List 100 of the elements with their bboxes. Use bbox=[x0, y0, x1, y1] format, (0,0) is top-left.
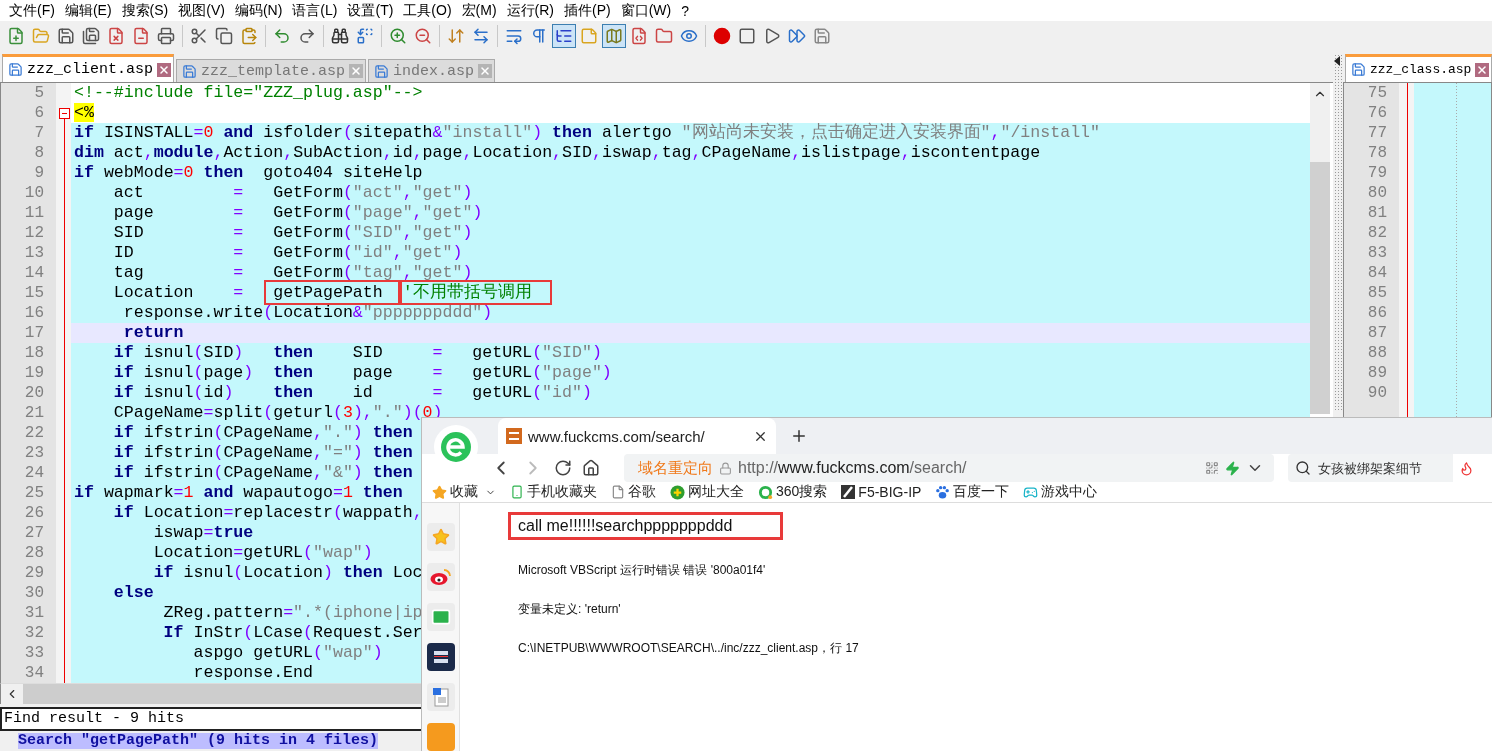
menu-item[interactable]: 语言(L) bbox=[287, 1, 343, 20]
menu-item[interactable]: 运行(R) bbox=[501, 1, 559, 20]
bookmark-link[interactable]: 谷歌 bbox=[611, 483, 656, 501]
line-number: 13 bbox=[1, 243, 56, 263]
line-number: 10 bbox=[1, 183, 56, 203]
menu-item[interactable]: 设置(T) bbox=[342, 1, 399, 20]
document-icon bbox=[431, 687, 450, 707]
line-number: 18 bbox=[1, 343, 56, 363]
bookmark-link[interactable]: 收藏 bbox=[432, 483, 496, 501]
line-number: 19 bbox=[1, 363, 56, 383]
mail-button[interactable] bbox=[426, 603, 455, 631]
menu-item[interactable]: 搜索(S) bbox=[116, 1, 174, 20]
lightning-icon[interactable] bbox=[1225, 460, 1240, 476]
menu-item[interactable]: 文件(F) bbox=[4, 1, 60, 20]
close-icon bbox=[158, 63, 171, 76]
reload-button[interactable] bbox=[554, 459, 572, 477]
file-tab[interactable]: zzz_client.asp bbox=[2, 54, 175, 82]
note-icon bbox=[580, 26, 598, 45]
new-file-icon bbox=[7, 26, 25, 45]
scissors-icon bbox=[190, 26, 208, 45]
line-number: 30 bbox=[1, 583, 56, 603]
bookmark-link[interactable]: 网址大全 bbox=[670, 483, 744, 501]
bookmark-link[interactable]: F5-BIG-IP bbox=[841, 484, 922, 500]
bookmark-link[interactable]: 游戏中心 bbox=[1023, 483, 1098, 501]
site-icon bbox=[506, 428, 522, 444]
undo-icon bbox=[273, 26, 291, 45]
binoculars-icon bbox=[331, 26, 349, 45]
document-button[interactable] bbox=[426, 683, 455, 711]
stop-icon bbox=[738, 26, 756, 45]
close-icon bbox=[479, 65, 492, 77]
line-number: 28 bbox=[1, 543, 56, 563]
save-icon bbox=[374, 63, 390, 79]
save-icon bbox=[813, 26, 831, 45]
menu-item[interactable]: 宏(M) bbox=[456, 1, 502, 20]
menu-item[interactable]: 插件(P) bbox=[559, 1, 616, 20]
line-number: 21 bbox=[1, 403, 56, 423]
menu-item[interactable]: ? bbox=[676, 2, 695, 19]
line-number: 5 bbox=[1, 83, 56, 103]
line-number: 15 bbox=[1, 283, 56, 303]
weibo-icon bbox=[429, 568, 452, 586]
folder-icon bbox=[655, 26, 673, 45]
fold-toggle-icon[interactable] bbox=[59, 107, 70, 119]
home-icon bbox=[582, 459, 600, 477]
reload-icon bbox=[554, 459, 572, 477]
close-button[interactable] bbox=[157, 62, 172, 77]
file-minus-icon bbox=[132, 26, 150, 45]
gamepad-icon bbox=[1023, 484, 1039, 500]
menu-item[interactable]: 编码(N) bbox=[229, 1, 288, 20]
weibo-button[interactable] bbox=[426, 563, 455, 591]
line-number: 17 bbox=[1, 323, 56, 343]
line-number: 22 bbox=[1, 423, 56, 443]
line-number: 32 bbox=[1, 623, 56, 643]
horizontal-sync-icon bbox=[472, 26, 490, 45]
search-field[interactable]: 女孩被绑架案细节 bbox=[1288, 454, 1453, 482]
zoom-out-icon bbox=[414, 26, 432, 45]
record-icon bbox=[713, 26, 731, 45]
line-number: 9 bbox=[1, 163, 56, 183]
plus-circle-icon bbox=[670, 484, 685, 500]
address-bar[interactable]: 域名重定向 http://www.fuckcms.com/search/ bbox=[624, 454, 1274, 482]
bookmark-link[interactable]: 百度一下 bbox=[935, 483, 1010, 501]
browser-tab[interactable]: www.fuckcms.com/search/ bbox=[498, 418, 776, 454]
replace-icon bbox=[356, 26, 374, 45]
app-icon bbox=[431, 648, 450, 666]
menu-item[interactable]: 编辑(E) bbox=[59, 1, 117, 20]
error-message: Microsoft VBScript 运行时错误 错误 '800a01f4' bbox=[518, 562, 766, 579]
save-icon bbox=[182, 63, 198, 79]
slash-icon bbox=[841, 485, 856, 499]
close-button[interactable] bbox=[1475, 62, 1490, 77]
save-icon bbox=[1351, 62, 1366, 77]
mail-icon bbox=[430, 607, 451, 627]
error-message: C:\INETPUB\WWWROOT\SEARCH\../inc/zzz_client.asp，行 17 bbox=[518, 640, 859, 657]
bookmark-link[interactable]: 手机收藏夹 bbox=[510, 483, 597, 501]
search-icon bbox=[1295, 460, 1311, 476]
qr-code-icon[interactable] bbox=[1205, 461, 1219, 475]
horizontal-scrollbar[interactable] bbox=[0, 683, 421, 704]
menu-item[interactable]: 工具(O) bbox=[398, 1, 457, 20]
vertical-sync-icon bbox=[447, 26, 465, 45]
star-icon bbox=[432, 484, 447, 500]
file-tab[interactable]: zzz_class.asp bbox=[1345, 54, 1492, 82]
line-number: 8 bbox=[1, 143, 56, 163]
line-number: 31 bbox=[1, 603, 56, 623]
line-number: 33 bbox=[1, 643, 56, 663]
bookmark-link[interactable]: 360搜索 bbox=[758, 483, 828, 501]
new-tab-button[interactable] bbox=[790, 427, 808, 445]
vertical-scrollbar[interactable] bbox=[1310, 83, 1330, 414]
menu-item[interactable]: 视图(V) bbox=[173, 1, 230, 20]
pilcrow-icon bbox=[530, 26, 548, 45]
line-number: 14 bbox=[1, 263, 56, 283]
line-number: 16 bbox=[1, 303, 56, 323]
home-button[interactable] bbox=[582, 459, 600, 477]
clipboard-icon bbox=[240, 26, 258, 45]
line-number: 23 bbox=[1, 443, 56, 463]
flame-icon bbox=[1459, 460, 1474, 476]
lock-icon bbox=[719, 461, 732, 475]
toolbar-button[interactable] bbox=[552, 23, 576, 48]
close-icon bbox=[1476, 63, 1489, 76]
app-button[interactable] bbox=[426, 643, 455, 671]
line-number: 27 bbox=[1, 523, 56, 543]
copy-icon bbox=[215, 26, 233, 45]
menu-item[interactable]: 窗口(W) bbox=[615, 1, 677, 20]
